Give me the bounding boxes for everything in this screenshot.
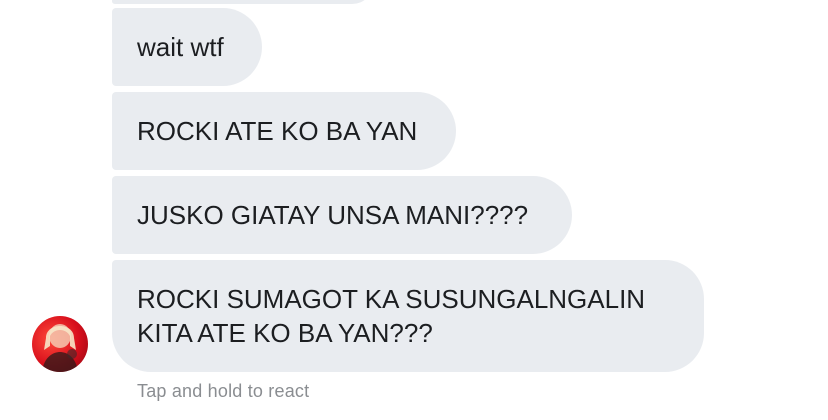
previous-message-bubble[interactable] — [112, 0, 374, 4]
message-bubble[interactable]: wait wtf — [112, 8, 262, 86]
message-bubble[interactable]: ROCKI SUMAGOT KA SUSUNGALNGALIN KITA ATE… — [112, 260, 704, 372]
message-text-line: ROCKI SUMAGOT KA SUSUNGALNGALIN — [137, 284, 646, 314]
avatar-photo-icon — [42, 324, 78, 372]
message-text-line: KITA ATE KO BA YAN??? — [137, 318, 433, 348]
message-bubble[interactable]: JUSKO GIATAY UNSA MANI???? — [112, 176, 572, 254]
message-bubble[interactable]: ROCKI ATE KO BA YAN — [112, 92, 456, 170]
avatar[interactable] — [32, 316, 88, 372]
message-text: JUSKO GIATAY UNSA MANI???? — [137, 200, 529, 230]
message-text: ROCKI ATE KO BA YAN — [137, 116, 418, 146]
react-hint: Tap and hold to react — [137, 381, 310, 401]
messenger-thread: wait wtf ROCKI ATE KO BA YAN JUSKO GIATA… — [0, 0, 828, 420]
message-text: wait wtf — [137, 32, 224, 62]
